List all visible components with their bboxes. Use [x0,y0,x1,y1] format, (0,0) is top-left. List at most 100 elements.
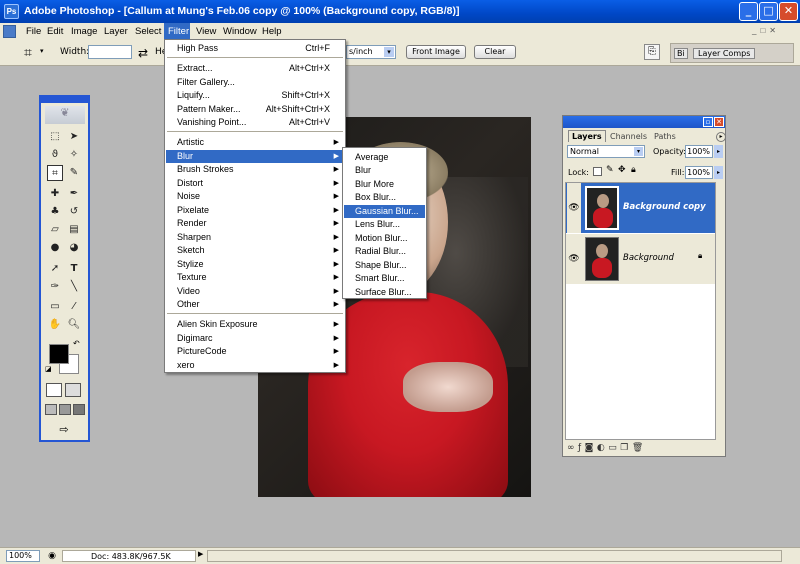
document-icon[interactable] [3,25,16,38]
foreground-color-swatch-top[interactable] [49,344,69,364]
filter-menu-item[interactable]: Brush Strokes ▶ [166,163,344,176]
status-icon[interactable]: ◉ [45,549,59,563]
close-button[interactable]: ✕ [779,2,798,21]
filter-menu-item[interactable]: Alien Skin Exposure ▶ [166,318,344,331]
status-menu-arrow-icon[interactable]: ▶ [198,550,203,558]
filter-menu-item[interactable]: Distort ▶ [166,177,344,190]
menu-edit[interactable]: Edit [43,23,67,40]
blur-submenu-item[interactable]: Box Blur... [344,191,425,204]
chevron-down-icon[interactable]: ▾ [40,47,44,55]
blur-submenu-item[interactable]: Lens Blur... [344,218,425,231]
crop-tool-icon[interactable]: ⌗ [47,165,63,181]
new-layer-icon[interactable]: ❐ [620,443,632,453]
palette-well-icon[interactable]: ⎘ [644,44,660,60]
toolbox-titlebar[interactable] [41,97,88,103]
clear-button[interactable]: Clear [474,45,516,59]
eye-icon[interactable]: 👁︎ [567,234,581,284]
opacity-slider-arrow-icon[interactable]: ▸ [714,145,723,158]
slice-tool-icon[interactable]: ✎ [66,165,82,181]
crop-tool-icon[interactable]: ⌗ [20,45,36,61]
filter-menu-item[interactable]: Artistic ▶ [166,136,344,149]
menu-layer[interactable]: Layer [100,23,132,40]
blur-submenu-item[interactable]: Gaussian Blur... [344,204,425,219]
blur-submenu-item[interactable]: Motion Blur... [344,232,425,245]
menu-file[interactable]: File [22,23,45,40]
layer-mask-icon[interactable]: ◙ [585,443,597,453]
jump-to-imageready-icon[interactable]: ⇨ [49,423,79,437]
blur-submenu-item[interactable]: Smart Blur... [344,272,425,285]
adjustment-layer-icon[interactable]: ◐ [597,443,608,453]
doc-window-controls[interactable]: _□✕ [752,26,798,37]
screen-mode-full-menu-icon[interactable] [59,404,71,415]
blur-submenu-item[interactable]: Surface Blur... [344,286,425,299]
filter-menu-item[interactable]: Liquify... Shift+Ctrl+X [166,89,344,102]
layer-row[interactable]: 👁︎ Background copy [566,183,715,233]
filter-menu-item[interactable]: Pixelate ▶ [166,204,344,217]
blur-submenu-item[interactable]: Shape Blur... [344,259,425,272]
lock-image-icon[interactable]: ✎ [606,165,614,175]
photoshop-app-icon[interactable]: Ps [4,4,19,19]
layers-panel-titlebar[interactable]: ▫ ✕ [563,116,725,128]
lasso-tool-icon[interactable]: ϑ [47,147,63,163]
magic-wand-icon[interactable]: ✧ [66,147,82,163]
filter-menu-item[interactable]: Sketch ▶ [166,244,344,257]
dodge-icon[interactable]: ◕ [66,240,82,256]
history-brush-icon[interactable]: ↺ [66,204,82,220]
lock-all-icon[interactable]: 🔒︎ [631,165,636,175]
menu-filter[interactable]: Filter [164,23,190,40]
filter-menu-item[interactable]: Noise ▶ [166,190,344,203]
filter-menu-item[interactable]: Other ▶ [166,298,344,311]
move-tool-icon[interactable]: ➤ [66,129,82,145]
zoom-field[interactable]: 100% [6,550,40,562]
layer-row[interactable]: 👁︎ Background 🔒︎ [566,234,715,284]
brush-icon[interactable]: ✒ [66,186,82,202]
fill-field[interactable]: 100% [685,166,713,179]
default-colors-icon[interactable]: ◪ [45,365,52,373]
menu-window[interactable]: Window [219,23,261,40]
eye-icon[interactable]: 👁︎ [567,183,581,233]
quick-mask-icon[interactable] [65,383,81,397]
filter-menu-item[interactable]: Pattern Maker... Alt+Shift+Ctrl+X [166,103,344,116]
front-image-button[interactable]: Front Image [406,45,466,59]
swap-icon[interactable]: ⇄ [138,46,148,60]
gradient-icon[interactable]: ▤ [66,222,82,238]
type-icon[interactable]: T [66,261,82,277]
line-icon[interactable]: ╲ [66,279,82,295]
zoom-icon[interactable]: 🔍︎ [66,317,82,333]
menu-view[interactable]: View [192,23,220,40]
blur-submenu-item[interactable]: Radial Blur... [344,245,425,258]
panel-menu-icon[interactable]: ▸ [716,132,726,142]
marquee-tool-icon[interactable]: ⬚ [47,129,63,145]
pen-icon[interactable]: ✑ [47,279,63,295]
screen-mode-standard-icon[interactable] [45,404,57,415]
screen-mode-full-icon[interactable] [73,404,85,415]
filter-menu-item[interactable]: PictureCode ▶ [166,345,344,358]
eraser-icon[interactable]: ▱ [47,222,63,238]
menu-help[interactable]: Help [258,23,286,40]
filter-menu-item[interactable]: Filter Gallery... [166,76,344,89]
horizontal-scrollbar[interactable] [207,550,782,562]
panel-minimize-icon[interactable]: ▫ [703,117,713,127]
healing-brush-icon[interactable]: ✚ [47,186,63,202]
lock-transparency-icon[interactable] [593,167,602,176]
swap-colors-icon[interactable]: ↶ [73,339,80,348]
blur-tool-icon[interactable]: ● [47,240,63,256]
blur-submenu-item[interactable]: Blur [344,164,425,177]
filter-menu-item[interactable]: Blur ▶ [166,150,344,164]
standard-mode-icon[interactable] [46,383,62,397]
trash-icon[interactable]: 🗑︎ [632,443,647,453]
layer-comps-tab[interactable]: Layer Comps [693,48,756,59]
menu-select[interactable]: Select [131,23,165,40]
filter-menu-item[interactable]: High Pass Ctrl+F [166,42,344,55]
filter-menu-item[interactable]: Extract... Alt+Ctrl+X [166,62,344,75]
filter-menu-item[interactable]: Video ▶ [166,285,344,298]
minimize-button[interactable]: _ [739,2,758,21]
menu-image[interactable]: Image [67,23,101,40]
blur-submenu-item[interactable]: Average [344,151,425,164]
filter-menu-item[interactable]: Stylize ▶ [166,258,344,271]
tab-channels[interactable]: Channels [607,131,650,143]
filter-menu-item[interactable]: xero ▶ [166,359,344,372]
clone-stamp-icon[interactable]: ♣ [47,204,63,220]
resolution-unit-select[interactable]: s/inch ▾ [346,45,396,59]
hand-icon[interactable]: ✋ [47,317,63,333]
